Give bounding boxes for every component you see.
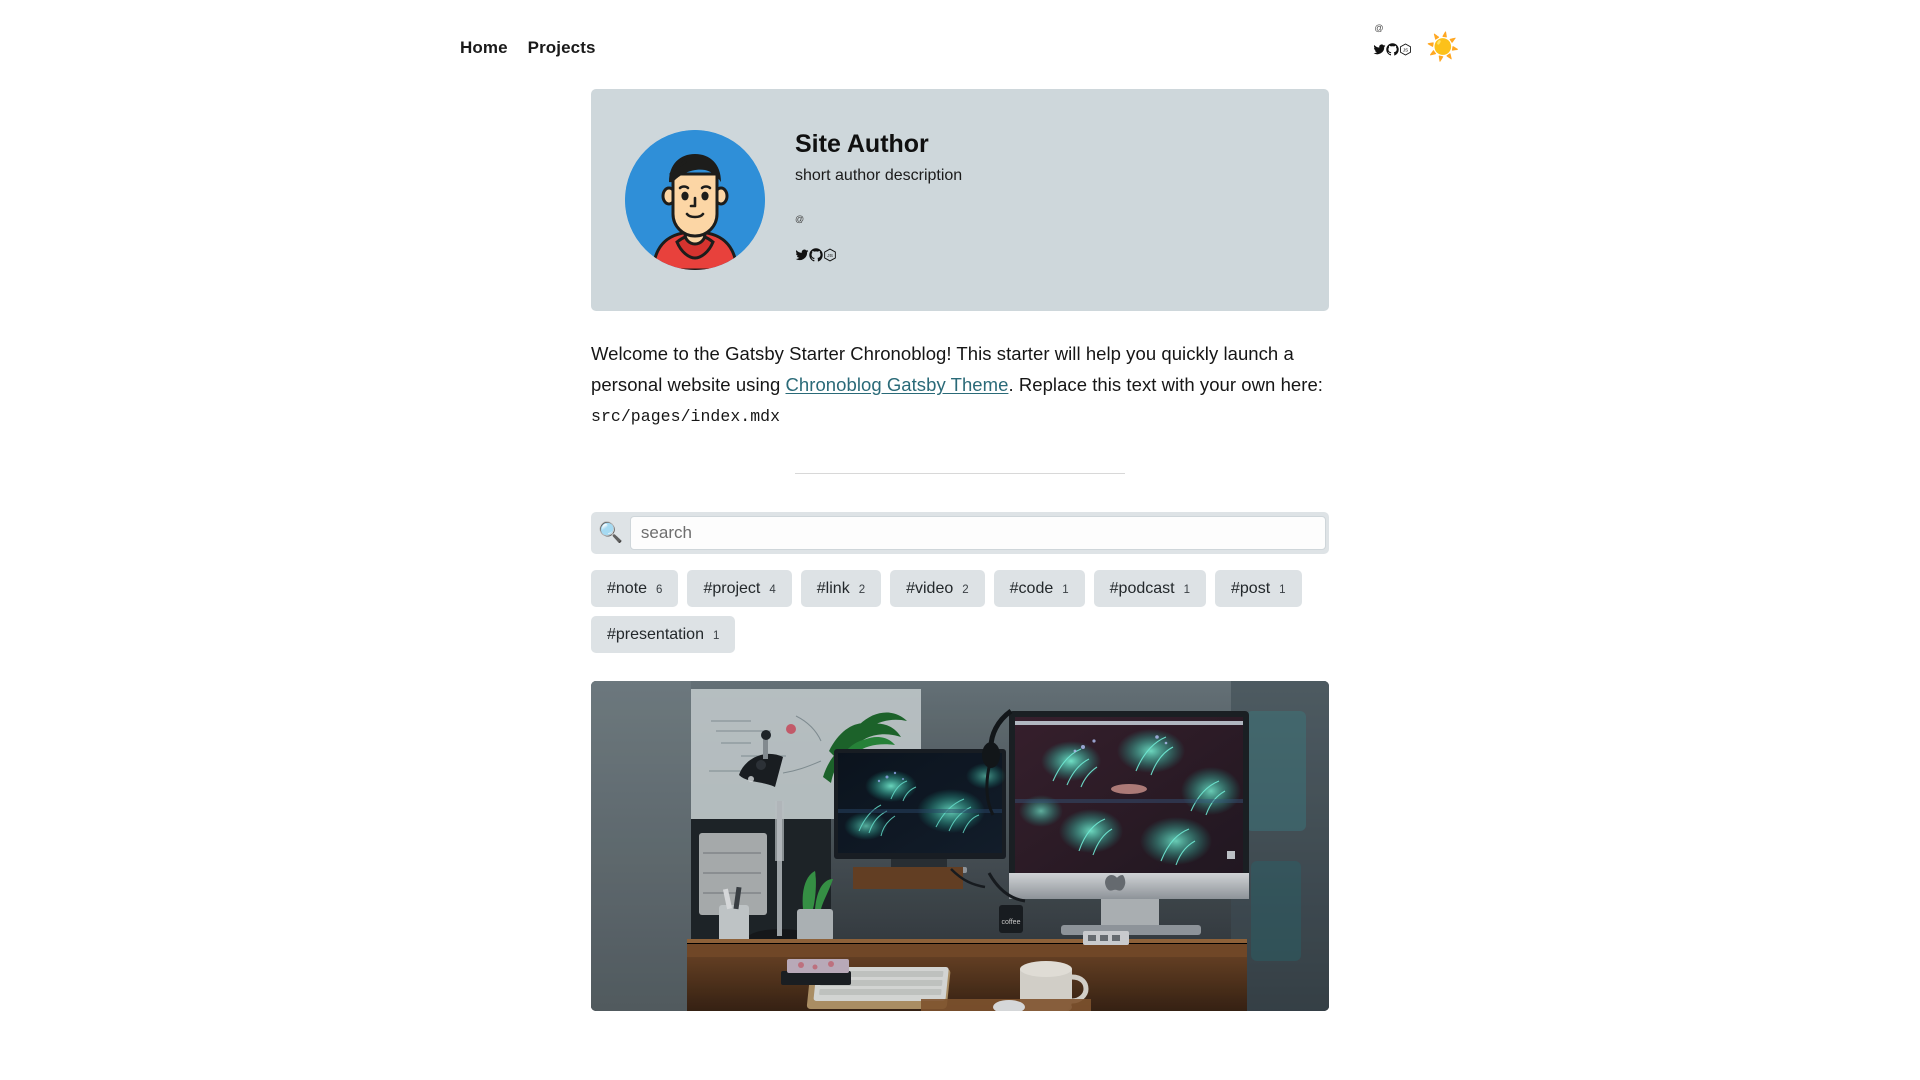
github-icon[interactable] [1386,43,1400,56]
search-bar: 🔍 [591,512,1329,555]
twitter-icon-glyph [795,249,809,261]
author-social-icons: JS [795,248,962,262]
svg-text:JS: JS [1403,47,1408,52]
tag-count: 1 [1062,584,1069,597]
npm-js-icon-glyph: JS [824,248,836,262]
tag-filter-list: #note 6 #project 4 #link 2 #video 2 #cod… [591,570,1329,654]
tag-count: 2 [858,584,866,597]
twitter-icon[interactable] [1373,43,1386,56]
site-header: Home Projects @ JS ☀️ [0,0,1920,61]
header-right: @ JS ☀️ [1373,22,1460,61]
intro-code-path: src/pages/index.mdx [591,407,781,427]
search-input[interactable] [629,516,1326,551]
tag-count: 2 [962,584,969,597]
tag-label: #podcast [1109,580,1175,598]
avatar [625,130,765,270]
intro-text-part2: . Replace this text with your own here: [1008,373,1323,395]
tag-project[interactable]: #project 4 [687,570,792,608]
author-meta: Site Author short author description @ J… [795,130,962,262]
tag-post[interactable]: #post 1 [1215,570,1302,608]
npm-js-icon-glyph: JS [1400,43,1412,56]
tag-label: #post [1231,580,1271,598]
content-column: Site Author short author description @ J… [591,89,1329,1012]
intro-paragraph: Welcome to the Gatsby Starter Chronoblog… [591,339,1329,431]
github-icon-glyph [809,248,823,262]
tag-label: #presentation [607,626,704,644]
tag-label: #project [703,580,761,598]
main-content: Site Author short author description @ J… [0,61,1920,1012]
search-icon: 🔍 [598,522,623,545]
nav-link-projects[interactable]: Projects [528,38,596,58]
section-divider [795,473,1125,475]
twitter-icon[interactable] [795,248,809,262]
tag-note[interactable]: #note 6 [591,570,679,608]
header-social-group: @ JS [1373,24,1412,56]
tag-count: 1 [1279,584,1286,597]
nav-link-home[interactable]: Home [460,38,508,58]
tag-label: #code [1009,580,1054,598]
tag-count: 1 [712,630,720,643]
sun-icon[interactable]: ☀️ [1426,34,1460,61]
twitter-icon-glyph [1373,44,1386,55]
npm-js-icon[interactable]: JS [823,248,837,262]
avatar-illustration [625,130,765,270]
github-icon[interactable] [809,248,823,262]
svg-text:JS: JS [827,253,833,259]
header-social-icons: JS [1373,43,1412,56]
page-root: Home Projects @ JS ☀️ Site Author short … [0,0,1920,1080]
section-divider-wrap [591,473,1329,475]
featured-post-image[interactable]: coffee [591,681,1329,1012]
author-name: Site Author [795,130,929,159]
email-at-icon[interactable]: @ [1374,24,1383,33]
author-card: Site Author short author description @ J… [591,89,1329,311]
author-description: short author description [795,166,963,184]
tag-label: #link [816,580,850,598]
author-email-at-icon[interactable]: @ [795,214,962,224]
tag-label: #note [607,580,648,598]
tag-video[interactable]: #video 2 [890,570,985,608]
tag-presentation[interactable]: #presentation 1 [591,616,736,654]
header-inner: Home Projects @ JS ☀️ [460,22,1460,61]
github-icon-glyph [1386,43,1400,56]
tag-link[interactable]: #link 2 [800,570,882,608]
tag-count: 4 [769,584,776,597]
tag-podcast[interactable]: #podcast 1 [1093,570,1206,608]
main-navigation: Home Projects [460,22,596,58]
tag-label: #video [906,580,954,598]
tag-count: 1 [1183,584,1190,597]
tag-code[interactable]: #code 1 [993,570,1085,608]
chronoblog-theme-link[interactable]: Chronoblog Gatsby Theme [786,374,1009,395]
npm-js-icon[interactable]: JS [1399,43,1412,56]
tag-count: 6 [656,584,663,597]
workspace-photo-illustration: coffee [591,681,1329,1012]
